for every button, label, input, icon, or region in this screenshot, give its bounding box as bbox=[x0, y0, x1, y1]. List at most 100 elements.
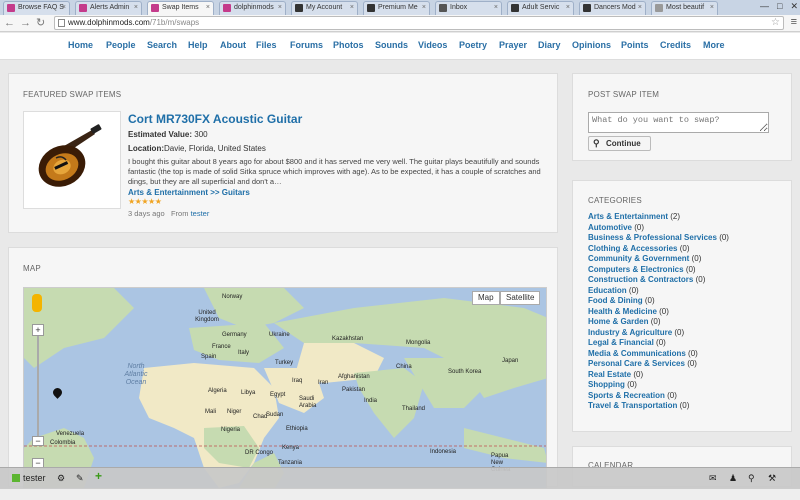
browser-tab[interactable]: My Account × bbox=[291, 1, 358, 15]
street-view-pegman-icon[interactable] bbox=[32, 294, 42, 312]
tab-close-icon[interactable]: × bbox=[350, 2, 354, 14]
category-link[interactable]: Education bbox=[588, 286, 627, 295]
nav-link-search[interactable]: Search bbox=[147, 40, 177, 50]
forward-icon[interactable]: → bbox=[20, 16, 31, 30]
nav-link-photos[interactable]: Photos bbox=[333, 40, 364, 50]
user-icon[interactable]: ♟ bbox=[729, 471, 737, 485]
nav-link-people[interactable]: People bbox=[106, 40, 136, 50]
nav-link-diary[interactable]: Diary bbox=[538, 40, 561, 50]
category-link[interactable]: Legal & Financial bbox=[588, 338, 654, 347]
compose-icon[interactable]: ✎ bbox=[76, 471, 84, 485]
bookmark-star-icon[interactable]: ☆ bbox=[771, 17, 780, 29]
address-bar[interactable]: www.dolphinmods.com/71b/m/swaps ☆ bbox=[54, 16, 784, 30]
nav-link-about[interactable]: About bbox=[220, 40, 246, 50]
add-icon[interactable]: + bbox=[95, 469, 102, 483]
category-link[interactable]: Health & Medicine bbox=[588, 307, 657, 316]
browser-tab[interactable]: Alerts Admin × bbox=[75, 1, 142, 15]
map-label-dr-congo: DR Congo bbox=[245, 450, 274, 456]
browser-tab[interactable]: Inbox × bbox=[435, 1, 502, 15]
zoom-out-icon[interactable]: − bbox=[32, 436, 44, 446]
estimated-value-label: Estimated Value: bbox=[128, 130, 193, 139]
nav-link-help[interactable]: Help bbox=[188, 40, 208, 50]
category-link[interactable]: Clothing & Accessories bbox=[588, 244, 678, 253]
nav-link-more[interactable]: More bbox=[703, 40, 725, 50]
tab-label: dolphinmods bbox=[234, 4, 274, 11]
category-count: (2) bbox=[670, 212, 681, 221]
item-title[interactable]: Cort MR730FX Acoustic Guitar bbox=[128, 112, 302, 126]
tab-close-icon[interactable]: × bbox=[638, 2, 642, 14]
category-link[interactable]: Personal Care & Services bbox=[588, 359, 685, 368]
category-link[interactable]: Media & Communications bbox=[588, 349, 686, 358]
category-count: (0) bbox=[644, 296, 655, 305]
category-link[interactable]: Construction & Contractors bbox=[588, 275, 693, 284]
map-type-satellite[interactable]: Satellite bbox=[500, 291, 541, 305]
close-icon[interactable]: ✕ bbox=[790, 0, 798, 15]
zoom-in-icon[interactable]: + bbox=[32, 324, 44, 336]
category-link[interactable]: Business & Professional Services bbox=[588, 233, 717, 242]
nav-link-videos[interactable]: Videos bbox=[418, 40, 447, 50]
back-icon[interactable]: ← bbox=[4, 16, 15, 30]
mail-icon[interactable]: ✉ bbox=[709, 471, 717, 485]
nav-link-forums[interactable]: Forums bbox=[290, 40, 323, 50]
item-category-link[interactable]: Arts & Entertainment >> Guitars bbox=[128, 188, 250, 197]
category-link[interactable]: Computers & Electronics bbox=[588, 265, 684, 274]
tab-close-icon[interactable]: × bbox=[566, 2, 570, 14]
tab-close-icon[interactable]: × bbox=[422, 2, 426, 14]
browser-tab[interactable]: Adult Servic × bbox=[507, 1, 574, 15]
nav-link-credits[interactable]: Credits bbox=[660, 40, 691, 50]
reload-icon[interactable]: ↻ bbox=[36, 16, 45, 30]
browser-tab[interactable]: Browse FAQ S × bbox=[3, 1, 70, 15]
map-type-map[interactable]: Map bbox=[472, 291, 500, 305]
tab-close-icon[interactable]: × bbox=[62, 2, 66, 14]
nav-link-opinions[interactable]: Opinions bbox=[572, 40, 611, 50]
tab-label: My Account bbox=[306, 4, 343, 11]
browser-tab[interactable]: dolphinmods × bbox=[219, 1, 286, 15]
category-link[interactable]: Automotive bbox=[588, 223, 632, 232]
browser-menu-icon[interactable]: ≡ bbox=[791, 16, 797, 28]
browser-tab[interactable]: Most beautif × bbox=[651, 1, 718, 15]
tab-close-icon[interactable]: × bbox=[134, 2, 138, 14]
nav-link-points[interactable]: Points bbox=[621, 40, 649, 50]
category-link[interactable]: Travel & Transportation bbox=[588, 401, 677, 410]
tab-close-icon[interactable]: × bbox=[206, 2, 210, 14]
tab-label: Swap Items bbox=[162, 4, 199, 11]
map-label-tanzania: Tanzania bbox=[278, 460, 303, 466]
zoom-slider-track[interactable] bbox=[37, 336, 39, 436]
minimize-icon[interactable]: — bbox=[760, 0, 769, 15]
category-link[interactable]: Arts & Entertainment bbox=[588, 212, 668, 221]
category-link[interactable]: Shopping bbox=[588, 380, 625, 389]
nav-link-prayer[interactable]: Prayer bbox=[499, 40, 527, 50]
maximize-icon[interactable]: □ bbox=[777, 0, 782, 15]
category-link[interactable]: Real Estate bbox=[588, 370, 631, 379]
nav-link-sounds[interactable]: Sounds bbox=[375, 40, 408, 50]
rating-stars: ★★★★★ bbox=[128, 197, 162, 206]
nav-link-poetry[interactable]: Poetry bbox=[459, 40, 487, 50]
posted-time: 3 days ago bbox=[128, 209, 165, 218]
nav-link-home[interactable]: Home bbox=[68, 40, 93, 50]
category-link[interactable]: Sports & Recreation bbox=[588, 391, 665, 400]
user-status[interactable]: tester bbox=[12, 471, 46, 485]
wrench-icon[interactable]: ⚒ bbox=[768, 471, 776, 485]
category-link[interactable]: Home & Garden bbox=[588, 317, 648, 326]
tab-close-icon[interactable]: × bbox=[710, 2, 714, 14]
browser-tab[interactable]: Swap Items × bbox=[147, 1, 214, 15]
tab-close-icon[interactable]: × bbox=[494, 2, 498, 14]
nav-link-files[interactable]: Files bbox=[256, 40, 277, 50]
tab-favicon-icon bbox=[295, 4, 303, 12]
star-icon: ★ bbox=[154, 197, 162, 206]
swap-item-input[interactable] bbox=[588, 112, 769, 133]
browser-tab[interactable]: Dancers Mod × bbox=[579, 1, 646, 15]
map-label-ukraine: Ukraine bbox=[269, 332, 290, 338]
tab-close-icon[interactable]: × bbox=[278, 2, 282, 14]
gear-icon[interactable]: ⚙ bbox=[57, 471, 65, 485]
item-thumbnail[interactable] bbox=[23, 111, 121, 209]
category-link[interactable]: Community & Government bbox=[588, 254, 689, 263]
post-swap-heading: POST SWAP ITEM bbox=[588, 90, 660, 99]
category-link[interactable]: Industry & Agriculture bbox=[588, 328, 672, 337]
browser-tab[interactable]: Premium Me × bbox=[363, 1, 430, 15]
author-link[interactable]: tester bbox=[191, 209, 210, 218]
continue-button[interactable]: ⚲ Continue bbox=[588, 136, 651, 151]
category-count: (0) bbox=[719, 233, 729, 242]
cart-icon[interactable]: ⚲ bbox=[748, 471, 755, 485]
category-link[interactable]: Food & Dining bbox=[588, 296, 643, 305]
